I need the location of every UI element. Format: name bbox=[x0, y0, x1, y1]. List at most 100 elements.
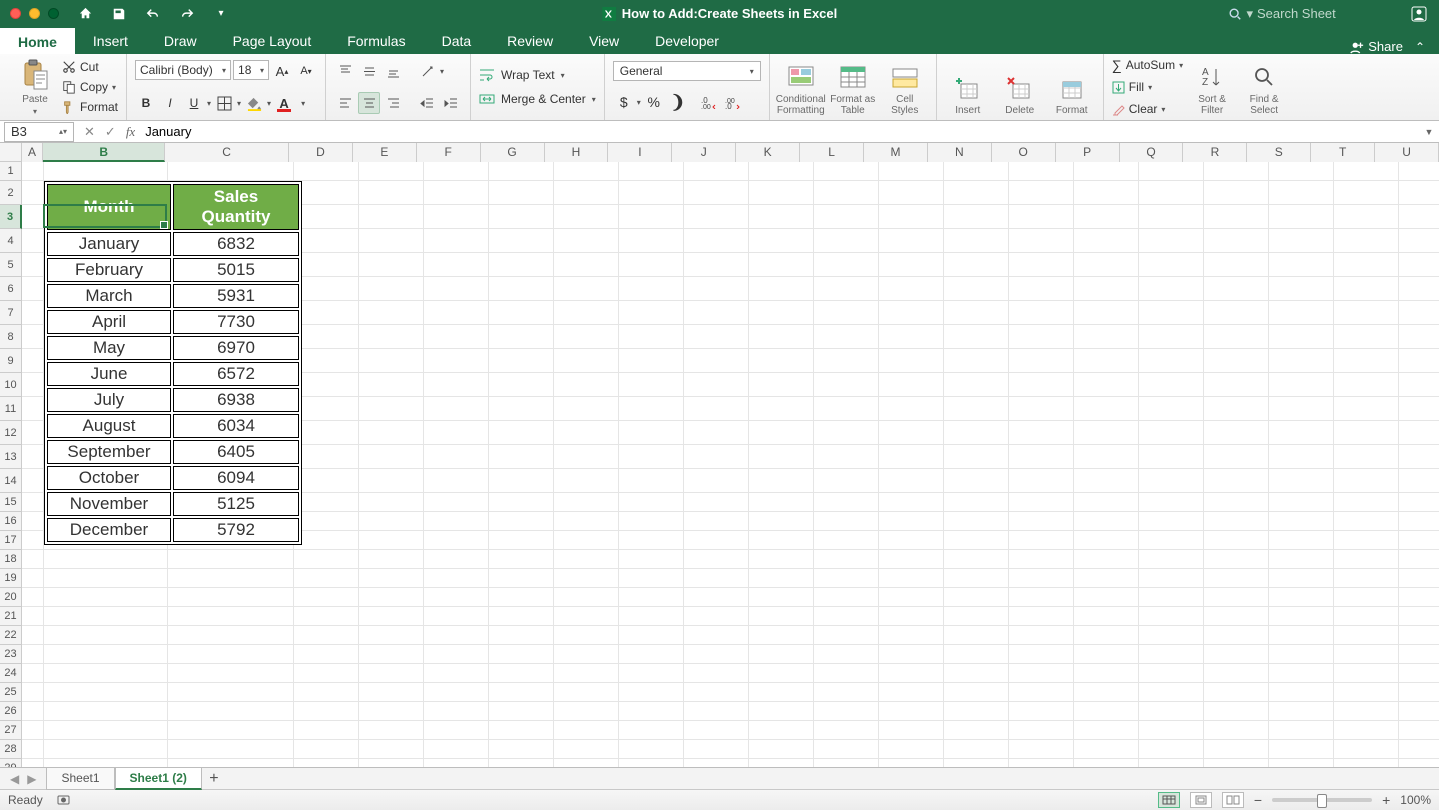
ribbon-tab-view[interactable]: View bbox=[571, 27, 637, 54]
row-header[interactable]: 23 bbox=[0, 645, 22, 664]
column-header[interactable]: N bbox=[928, 143, 992, 162]
table-cell[interactable]: May bbox=[47, 336, 171, 360]
row-header[interactable]: 18 bbox=[0, 550, 22, 569]
row-header[interactable]: 12 bbox=[0, 421, 22, 445]
insert-cells-button[interactable]: Insert bbox=[945, 58, 991, 116]
undo-icon[interactable] bbox=[145, 6, 161, 22]
fullscreen-window-icon[interactable] bbox=[48, 8, 59, 19]
row-header[interactable]: 3 bbox=[0, 205, 22, 229]
home-icon[interactable] bbox=[77, 6, 93, 22]
ribbon-tab-page-layout[interactable]: Page Layout bbox=[215, 27, 330, 54]
column-header[interactable]: L bbox=[800, 143, 864, 162]
share-button[interactable]: Share bbox=[1350, 39, 1403, 54]
column-header[interactable]: J bbox=[672, 143, 736, 162]
autosum-button[interactable]: ∑AutoSum▾ bbox=[1112, 56, 1183, 74]
font-name-combo[interactable]: Calibri (Body)▾ bbox=[135, 60, 231, 80]
row-header[interactable]: 9 bbox=[0, 349, 22, 373]
format-cells-button[interactable]: Format bbox=[1049, 58, 1095, 116]
align-right-icon[interactable] bbox=[382, 92, 404, 114]
column-header[interactable]: R bbox=[1183, 143, 1247, 162]
column-header[interactable]: S bbox=[1247, 143, 1311, 162]
column-header[interactable]: H bbox=[545, 143, 609, 162]
align-center-icon[interactable] bbox=[358, 92, 380, 114]
table-cell[interactable]: 5792 bbox=[173, 518, 299, 542]
row-header[interactable]: 26 bbox=[0, 702, 22, 721]
zoom-level[interactable]: 100% bbox=[1400, 793, 1431, 807]
page-layout-view-button[interactable] bbox=[1190, 792, 1212, 808]
column-header[interactable]: E bbox=[353, 143, 417, 162]
table-cell[interactable]: 5125 bbox=[173, 492, 299, 516]
column-header[interactable]: B bbox=[43, 143, 165, 162]
expand-formula-bar-icon[interactable]: ▼ bbox=[1419, 127, 1439, 137]
sheet-nav-next-icon[interactable]: ▶ bbox=[27, 772, 36, 786]
table-cell[interactable]: September bbox=[47, 440, 171, 464]
row-header[interactable]: 10 bbox=[0, 373, 22, 397]
data-table[interactable]: MonthSales QuantityJanuary6832February50… bbox=[44, 181, 302, 545]
table-cell[interactable]: 6405 bbox=[173, 440, 299, 464]
row-header[interactable]: 21 bbox=[0, 607, 22, 626]
column-header[interactable]: O bbox=[992, 143, 1056, 162]
conditional-formatting-button[interactable]: Conditional Formatting bbox=[778, 58, 824, 116]
sheet-nav-prev-icon[interactable]: ◀ bbox=[10, 772, 19, 786]
clear-button[interactable]: Clear▾ bbox=[1112, 100, 1183, 118]
normal-view-button[interactable] bbox=[1158, 792, 1180, 808]
table-cell[interactable]: 5015 bbox=[173, 258, 299, 282]
italic-button[interactable]: I bbox=[159, 92, 181, 114]
row-header[interactable]: 17 bbox=[0, 531, 22, 550]
column-header[interactable]: M bbox=[864, 143, 928, 162]
cut-button[interactable]: Cut bbox=[62, 58, 118, 76]
table-header[interactable]: Month bbox=[47, 184, 171, 230]
row-header[interactable]: 7 bbox=[0, 301, 22, 325]
column-header[interactable]: I bbox=[608, 143, 672, 162]
search-sheet[interactable]: ▾ bbox=[1228, 6, 1397, 22]
page-break-view-button[interactable] bbox=[1222, 792, 1244, 808]
add-sheet-button[interactable]: + bbox=[202, 770, 226, 788]
ribbon-tab-draw[interactable]: Draw bbox=[146, 27, 215, 54]
table-cell[interactable]: 6938 bbox=[173, 388, 299, 412]
ribbon-tab-data[interactable]: Data bbox=[424, 27, 490, 54]
table-cell[interactable]: December bbox=[47, 518, 171, 542]
row-header[interactable]: 20 bbox=[0, 588, 22, 607]
column-header[interactable]: Q bbox=[1120, 143, 1184, 162]
borders-button[interactable] bbox=[213, 92, 235, 114]
table-cell[interactable]: April bbox=[47, 310, 171, 334]
cancel-formula-icon[interactable]: ✕ bbox=[84, 124, 95, 140]
table-cell[interactable]: October bbox=[47, 466, 171, 490]
ribbon-tab-developer[interactable]: Developer bbox=[637, 27, 737, 54]
comma-format-icon[interactable]: ❩ bbox=[667, 91, 689, 113]
align-left-icon[interactable] bbox=[334, 92, 356, 114]
column-header[interactable]: T bbox=[1311, 143, 1375, 162]
row-header[interactable]: 11 bbox=[0, 397, 22, 421]
table-header[interactable]: Sales Quantity bbox=[173, 184, 299, 230]
table-cell[interactable]: January bbox=[47, 232, 171, 256]
increase-decimal-icon[interactable]: .0.00 bbox=[699, 91, 721, 113]
row-header[interactable]: 2 bbox=[0, 181, 22, 205]
ribbon-tab-insert[interactable]: Insert bbox=[75, 27, 146, 54]
cell-styles-button[interactable]: Cell Styles bbox=[882, 58, 928, 116]
qat-customize-icon[interactable]: ▾ bbox=[213, 6, 229, 22]
format-as-table-button[interactable]: Format as Table bbox=[830, 58, 876, 116]
macro-record-icon[interactable] bbox=[57, 793, 73, 807]
table-cell[interactable]: July bbox=[47, 388, 171, 412]
underline-button[interactable]: U bbox=[183, 92, 205, 114]
table-cell[interactable]: November bbox=[47, 492, 171, 516]
column-header[interactable]: P bbox=[1056, 143, 1120, 162]
table-cell[interactable]: 7730 bbox=[173, 310, 299, 334]
accounting-format-icon[interactable]: $ bbox=[613, 91, 635, 113]
row-header[interactable]: 4 bbox=[0, 229, 22, 253]
number-format-combo[interactable]: General▾ bbox=[613, 61, 761, 81]
column-header[interactable]: D bbox=[289, 143, 353, 162]
redo-icon[interactable] bbox=[179, 6, 195, 22]
sheet-tab[interactable]: Sheet1 bbox=[46, 768, 114, 790]
column-header[interactable]: A bbox=[22, 143, 44, 162]
column-header[interactable]: G bbox=[481, 143, 545, 162]
orientation-icon[interactable] bbox=[416, 60, 438, 82]
sheet-tab[interactable]: Sheet1 (2) bbox=[115, 768, 202, 790]
ribbon-tab-home[interactable]: Home bbox=[0, 27, 75, 54]
table-cell[interactable]: 6572 bbox=[173, 362, 299, 386]
percent-format-icon[interactable]: % bbox=[643, 91, 665, 113]
row-header[interactable]: 8 bbox=[0, 325, 22, 349]
paste-button[interactable]: Paste▾ bbox=[12, 58, 58, 116]
collapse-ribbon-icon[interactable]: ⌃ bbox=[1415, 40, 1425, 54]
formula-input[interactable] bbox=[145, 123, 1419, 141]
